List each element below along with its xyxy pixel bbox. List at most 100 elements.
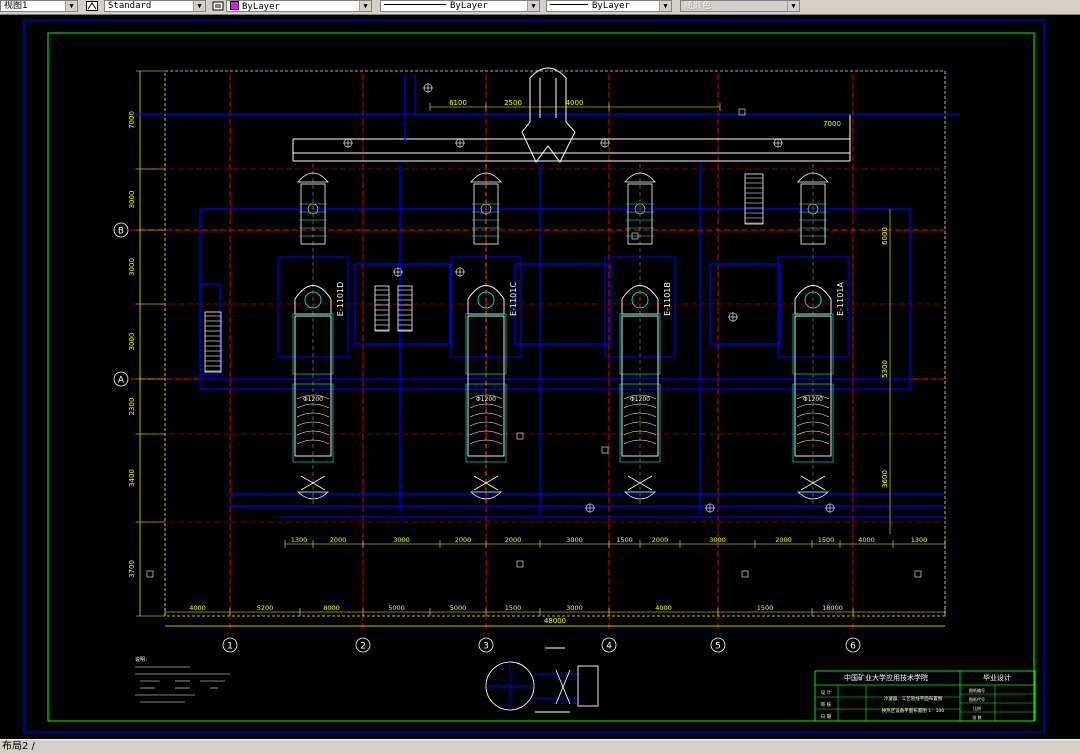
axis-number-1: 1 (227, 642, 233, 652)
dim-text: 2500 (504, 99, 522, 107)
equipment-tag: E-1101C (509, 282, 518, 316)
dim-text: 4000 (189, 604, 206, 612)
properties-toolbar: 视图1 ▼ Standard ▼ ByLayer ▼ ByLayer ▼ ByL… (0, 0, 1080, 15)
title-block: 中国矿业大学应用技术学院 毕业设计 设 计 审 核 日 期 冷凝器、工艺管线平面… (814, 670, 1036, 722)
axis-letter-B: B (118, 227, 124, 237)
axis-number-5: 5 (715, 642, 721, 652)
chevron-down-icon[interactable]: ▼ (193, 1, 205, 11)
dim-text: 2000 (330, 536, 347, 544)
axis-number-2: 2 (360, 642, 366, 652)
chevron-down-icon[interactable]: ▼ (527, 1, 539, 11)
note-tag-icon (741, 570, 749, 578)
color-combo[interactable]: ByLayer ▼ (226, 0, 372, 12)
bottom-dimension-chain-2: 4000 5200 8000 5000 5000 1500 3000 4000 1500 1800… (164, 604, 946, 616)
dim-text: 18000 (822, 604, 843, 612)
dim-text: 6000 (881, 227, 889, 245)
paper-border (23, 19, 1045, 733)
plot-style-combo: 随颜色 ▼ (680, 0, 800, 12)
exchanger: E-1101DΦ1200 (277, 164, 349, 504)
color-swatch-icon (230, 1, 239, 10)
layout-tab-label: 布局2 (2, 741, 29, 752)
dim-text: 3400 (128, 469, 136, 487)
shell-flange (792, 313, 834, 375)
chevron-down-icon: ▼ (787, 1, 799, 11)
note-tag-icon (146, 570, 154, 578)
axis-letter-A: A (118, 376, 125, 386)
dim-text: 5300 (881, 360, 889, 378)
shell-flange (619, 313, 661, 375)
dim-text: 3000 (566, 604, 583, 612)
dim-text: 3600 (881, 470, 889, 488)
view-combo[interactable]: 视图1 ▼ (0, 0, 78, 12)
chevron-down-icon[interactable]: ▼ (659, 1, 671, 11)
text-style-value: Standard (108, 1, 152, 11)
layout-tab[interactable]: 布局2 / (0, 740, 35, 753)
dim-text: 4000 (566, 99, 584, 107)
note-tag-icon (914, 570, 922, 578)
drawing-name: 冷凝器、工艺管线平面布置图 (884, 695, 943, 702)
dim-text: 1500 (757, 604, 774, 612)
left-dimension-chain: 7000300030003000230034003700 (128, 70, 165, 617)
dim-text: 6100 (449, 99, 467, 107)
dim-text: 1500 (505, 604, 522, 612)
dim-text: 2000 (455, 536, 472, 544)
design-type: 毕业设计 (983, 673, 1011, 682)
dim-text: 1500 (818, 536, 835, 544)
layout-tab-bar: 布局2 / (0, 739, 1080, 754)
drawing-subtitle: 换热区设备平面布置图 1：100 (882, 707, 945, 714)
linetype-combo[interactable]: ByLayer ▼ (380, 0, 540, 12)
row-design: 设 计 (821, 689, 832, 696)
text-style-combo[interactable]: Standard ▼ (104, 0, 206, 12)
dim-text: 3000 (566, 536, 583, 544)
equipment-tag: E-1101A (836, 282, 845, 316)
dim-text: 8000 (323, 604, 340, 612)
axis-number-6: 6 (850, 642, 856, 652)
equipment-tag: E-1101B (663, 282, 672, 316)
dim-text: 5000 (450, 604, 467, 612)
exchanger: E-1101BΦ1200 (604, 164, 676, 504)
right-dimension-chain: 6000 5300 3600 (881, 209, 891, 534)
row-review: 审 核 (821, 701, 832, 708)
dim-text: 1500 (616, 536, 633, 544)
exchanger-shell (794, 315, 832, 457)
layer-manager-icon[interactable] (212, 1, 224, 11)
dim-text: 2000 (505, 536, 522, 544)
cell-drawing-code: 图纸代号 (969, 696, 985, 702)
cell-scale: 比例 (973, 705, 981, 711)
axis-number-3: 3 (483, 642, 489, 652)
ladder-rungs (205, 177, 763, 372)
dim-text: 3000 (128, 333, 136, 351)
dim-text: 2300 (128, 398, 136, 416)
lineweight-combo[interactable]: ByLayer ▼ (546, 0, 672, 12)
notes-block: 说明： (135, 656, 230, 703)
lineweight-combo-value: ByLayer (592, 1, 630, 11)
chevron-down-icon[interactable]: ▼ (65, 1, 77, 11)
cell-drawing-number: 图纸编号 (969, 687, 985, 693)
axis-bubbles: 1 2 3 4 5 6 B A (113, 222, 861, 653)
chevron-down-icon[interactable]: ▼ (359, 1, 371, 11)
bottom-dimension-chain-1: 1300 2000 3000 2000 2000 3000 1500 2000 3000 2000… (284, 536, 946, 548)
dim-text: 4000 (655, 604, 672, 612)
note-tag-icon (601, 446, 609, 454)
dim-text: 2000 (652, 536, 669, 544)
exchanger-group: E-1101DΦ1200E-1101CΦ1200E-1101BΦ1200E-11… (277, 164, 849, 504)
exchanger: E-1101CΦ1200 (450, 164, 522, 504)
plot-style-value: 随颜色 (684, 1, 712, 11)
exchanger-shell (621, 315, 659, 457)
dim-text: 5200 (257, 604, 274, 612)
equipment-tag: E-1101D (336, 282, 345, 316)
header-inlet-tee (521, 67, 576, 163)
exchanger-shell (294, 315, 332, 457)
dim-text: 3000 (128, 258, 136, 276)
dim-text: 1300 (291, 536, 308, 544)
lineweight-preview-icon (550, 4, 588, 5)
linetype-combo-value: ByLayer (450, 1, 488, 11)
view-combo-value: 视图1 (4, 1, 28, 11)
text-style-icon[interactable] (86, 1, 98, 11)
axis-number-4: 4 (606, 642, 612, 652)
dim-text: 3000 (709, 536, 726, 544)
dim-text: 3000 (393, 536, 410, 544)
notes-title: 说明： (135, 656, 150, 663)
dim-text: 1300 (911, 536, 928, 544)
drawing-canvas[interactable]: 7000 3000 3000 3000 2300 3400 3700 E-1101DΦ120… (0, 14, 1080, 739)
